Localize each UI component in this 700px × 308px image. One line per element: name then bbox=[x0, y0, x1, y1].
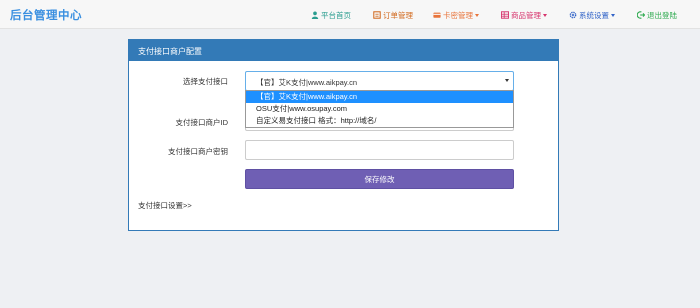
nav-settings[interactable]: 系统设置 bbox=[569, 9, 615, 21]
nav-products-label: 商品管理 bbox=[511, 10, 541, 20]
nav-logout-label: 退出登陆 bbox=[647, 10, 677, 20]
logout-icon bbox=[637, 11, 645, 19]
chevron-down-icon bbox=[475, 13, 479, 17]
panel-title: 支付接口商户配置 bbox=[129, 40, 558, 61]
top-navbar: 后台管理中心 平台首页 订单管理 卡密管理 商品管理 系统设置 退出登陆 bbox=[0, 0, 700, 29]
payment-interface-select[interactable]: 【官】艾K支付|www.aikpay.cn bbox=[245, 71, 514, 91]
nav-cards-label: 卡密管理 bbox=[443, 10, 473, 20]
chevron-down-icon bbox=[611, 13, 615, 17]
nav-settings-label: 系统设置 bbox=[579, 10, 609, 20]
nav-orders-label: 订单管理 bbox=[383, 10, 413, 20]
payment-interface-selected: 【官】艾K支付|www.aikpay.cn bbox=[256, 78, 357, 87]
list-icon bbox=[373, 11, 381, 19]
chevron-down-icon bbox=[543, 13, 547, 17]
merchant-key-label: 支付接口商户密钥 bbox=[168, 147, 228, 156]
save-button[interactable]: 保存修改 bbox=[245, 169, 514, 189]
dropdown-arrow-icon bbox=[505, 79, 509, 82]
dropdown-option-aikpay[interactable]: 【官】艾K支付|www.aikpay.cn bbox=[246, 91, 513, 103]
nav-orders[interactable]: 订单管理 bbox=[373, 9, 413, 21]
nav-home-label: 平台首页 bbox=[321, 10, 351, 20]
dropdown-option-custom[interactable]: 自定义易支付接口 格式：http://域名/ bbox=[246, 115, 513, 127]
nav-products[interactable]: 商品管理 bbox=[501, 9, 547, 21]
card-icon bbox=[433, 12, 441, 18]
payment-config-panel: 支付接口商户配置 bbox=[128, 39, 559, 231]
select-payment-label: 选择支付接口 bbox=[183, 77, 228, 86]
dropdown-option-osupay[interactable]: OSU支付|www.osupay.com bbox=[246, 103, 513, 115]
grid-icon bbox=[501, 11, 509, 19]
merchant-id-label: 支付接口商户ID bbox=[175, 118, 229, 127]
nav-logout[interactable]: 退出登陆 bbox=[637, 9, 677, 21]
payment-settings-link[interactable]: 支付接口设置>> bbox=[138, 200, 192, 211]
merchant-key-input[interactable] bbox=[245, 140, 514, 160]
brand-title[interactable]: 后台管理中心 bbox=[10, 7, 82, 23]
payment-interface-dropdown: 【官】艾K支付|www.aikpay.cn OSU支付|www.osupay.c… bbox=[245, 90, 514, 128]
user-icon bbox=[311, 11, 319, 19]
nav-cards[interactable]: 卡密管理 bbox=[433, 9, 479, 21]
nav-home[interactable]: 平台首页 bbox=[311, 9, 351, 21]
gear-icon bbox=[569, 11, 577, 19]
